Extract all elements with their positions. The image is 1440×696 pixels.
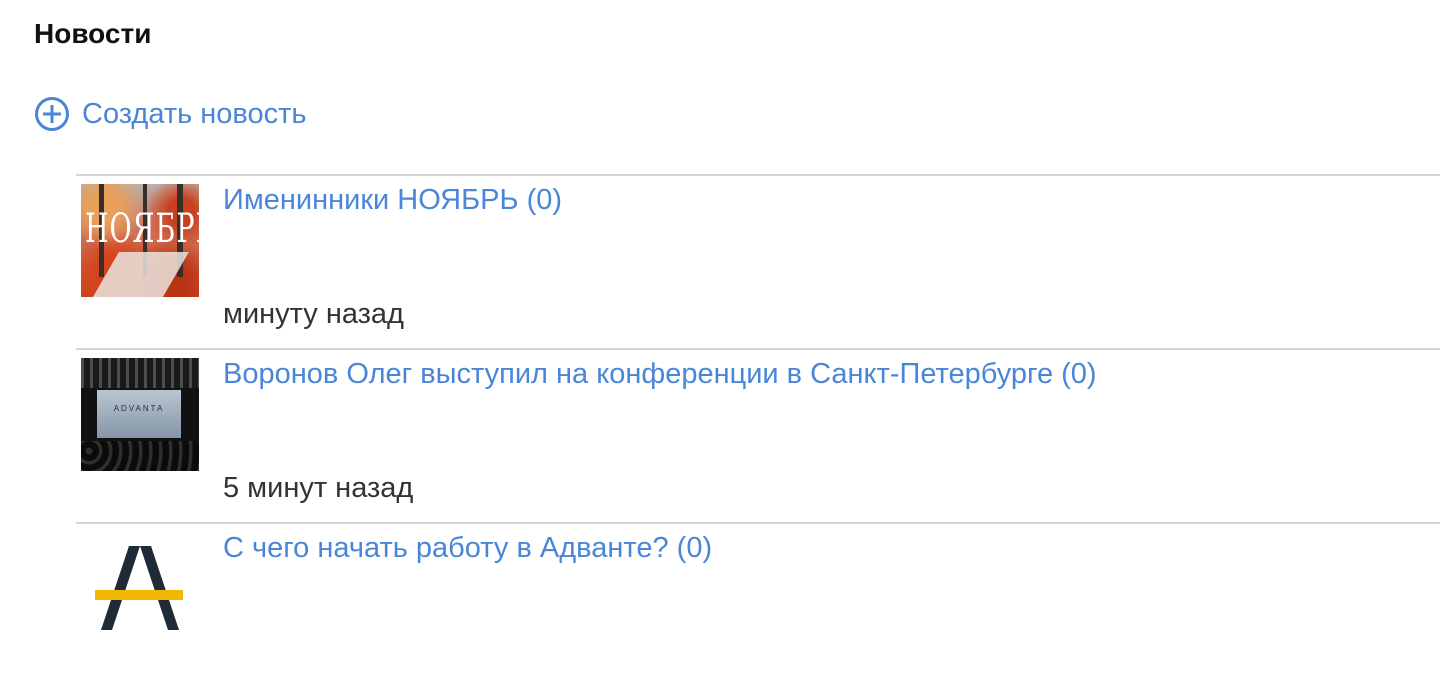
thumbnail-caption: ADVANTA <box>113 404 165 413</box>
news-title-link[interactable]: Воронов Олег выступил на конференции в С… <box>223 358 1097 391</box>
news-list: НОЯБРЬ Именинники НОЯБРЬ (0) минуту наза… <box>76 174 1440 696</box>
news-thumbnail[interactable]: ADVANTA <box>81 358 199 471</box>
advanta-logo-icon <box>95 546 183 630</box>
plus-circle-icon <box>34 96 70 132</box>
thumbnail-caption: НОЯБРЬ <box>85 206 199 253</box>
news-thumbnail[interactable] <box>81 532 199 645</box>
news-item: С чего начать работу в Адванте? (0) <box>76 522 1440 696</box>
news-timestamp: минуту назад <box>223 298 404 330</box>
news-page: Новости Создать новость НОЯБРЬ Именинник… <box>0 0 1440 645</box>
news-item: ADVANTA Воронов Олег выступил на конфере… <box>76 348 1440 522</box>
create-news-label: Создать новость <box>82 97 307 130</box>
create-news-button[interactable]: Создать новость <box>34 96 307 132</box>
news-title-link[interactable]: Именинники НОЯБРЬ (0) <box>223 184 562 217</box>
news-timestamp: 5 минут назад <box>223 472 414 504</box>
news-item: НОЯБРЬ Именинники НОЯБРЬ (0) минуту наза… <box>76 174 1440 348</box>
news-thumbnail[interactable]: НОЯБРЬ <box>81 184 199 297</box>
page-title: Новости <box>34 18 152 49</box>
news-title-link[interactable]: С чего начать работу в Адванте? (0) <box>223 532 712 565</box>
